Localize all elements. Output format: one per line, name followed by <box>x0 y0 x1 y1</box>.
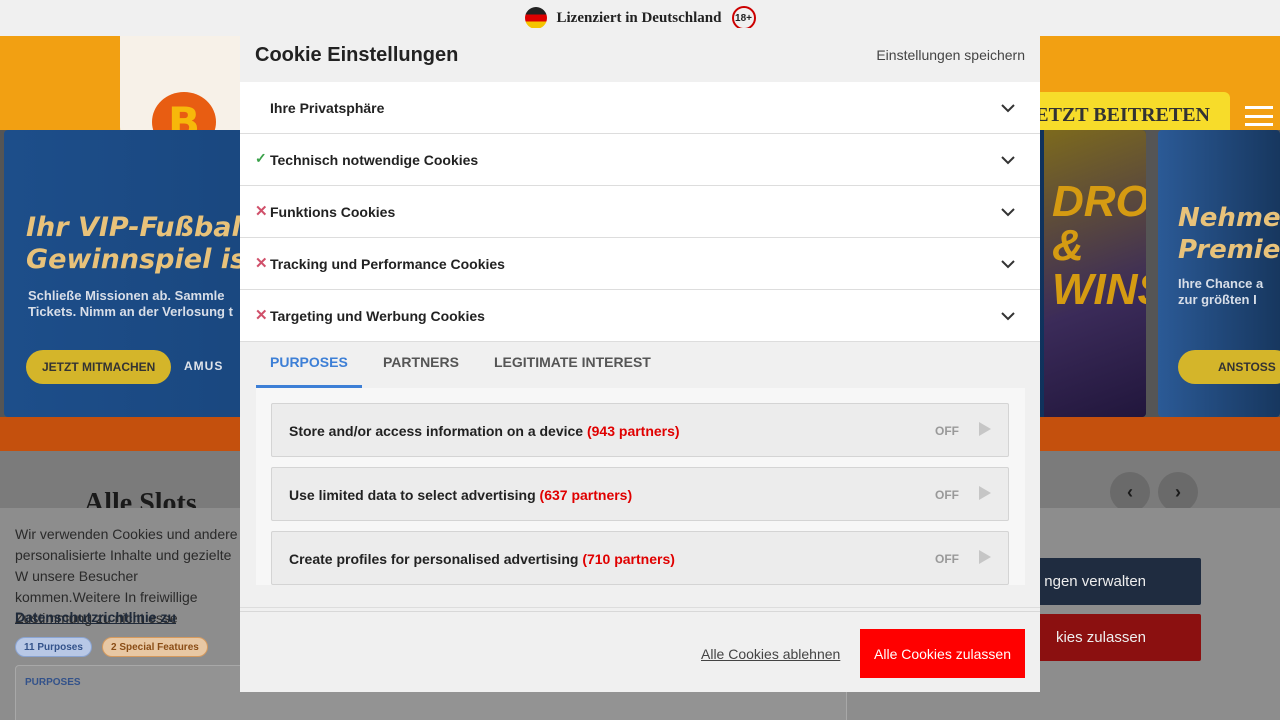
privacy-policy-link[interactable]: Datenschutzrichtlinie zu <box>15 609 176 625</box>
purpose-toggle-state[interactable]: OFF <box>935 424 959 438</box>
age-restriction-badge: 18+ <box>731 6 756 30</box>
carousel-next-button[interactable]: › <box>1158 472 1198 512</box>
cross-icon: ✕ <box>255 255 268 272</box>
chevron-down-icon <box>1001 260 1015 269</box>
purpose-toggle-state[interactable]: OFF <box>935 488 959 502</box>
save-settings-link[interactable]: Einstellungen speichern <box>876 47 1025 63</box>
purpose-toggle-state[interactable]: OFF <box>935 552 959 566</box>
cross-icon: ✕ <box>255 307 268 324</box>
cookie-settings-modal: Cookie Einstellungen Einstellungen speic… <box>240 28 1040 692</box>
accordion-tracking-cookies[interactable]: ✕ Tracking und Performance Cookies <box>240 238 1040 290</box>
play-icon[interactable] <box>979 422 991 436</box>
consent-tabs: PURPOSES PARTNERS LEGITIMATE INTEREST <box>240 342 1040 388</box>
check-icon: ✓ <box>255 150 267 166</box>
chevron-down-icon <box>1001 104 1015 113</box>
reject-all-cookies-link[interactable]: Alle Cookies ablehnen <box>701 646 840 662</box>
tab-partners[interactable]: PARTNERS <box>383 354 459 388</box>
partner-count: (943 partners) <box>586 423 680 439</box>
accordion-functional-cookies[interactable]: ✕ Funktions Cookies <box>240 186 1040 238</box>
purposes-panel[interactable]: Store and/or access information on a dev… <box>256 388 1025 585</box>
purposes-chip[interactable]: 11 Purposes <box>15 637 92 657</box>
tab-legitimate-interest[interactable]: LEGITIMATE INTEREST <box>494 354 651 388</box>
cookie-category-list: Ihre Privatsphäre ✓ Technisch notwendige… <box>240 82 1040 342</box>
partner-count: (710 partners) <box>582 551 675 567</box>
modal-header: Cookie Einstellungen Einstellungen speic… <box>240 28 1040 82</box>
banner-cta-button-right[interactable]: ANSTOSS <box>1178 350 1280 384</box>
banner-cta-button[interactable]: JETZT MITMACHEN <box>26 350 172 384</box>
license-text: Lizenziert in Deutschland <box>556 9 722 26</box>
modal-title: Cookie Einstellungen <box>255 44 459 66</box>
carousel-prev-button[interactable]: ‹ <box>1110 472 1150 512</box>
accordion-privacy[interactable]: Ihre Privatsphäre <box>240 82 1040 134</box>
purpose-name: Create profiles for personalised adverti… <box>289 551 675 567</box>
banner-title: Ihr VIP-Fußball- Gewinnspiel ist <box>26 212 262 275</box>
game-art-text: DROPS & WINS <box>1052 177 1146 314</box>
play-icon[interactable] <box>979 550 991 564</box>
purpose-item-store-access[interactable]: Store and/or access information on a dev… <box>271 403 1009 457</box>
chevron-down-icon <box>1001 208 1015 217</box>
banner-brand: AMUS <box>184 359 224 373</box>
play-icon[interactable] <box>979 486 991 500</box>
accordion-label: Technisch notwendige Cookies <box>270 152 479 168</box>
partner-count: (637 partners) <box>539 487 633 503</box>
promo-banner-premier[interactable]: Nehmen Premie Ihre Chance a zur größten … <box>1158 130 1280 417</box>
banner-subtitle: Schließe Missionen ab. Sammle Tickets. N… <box>28 288 233 319</box>
purposes-box-title: PURPOSES <box>25 677 81 688</box>
accordion-label: Tracking und Performance Cookies <box>270 256 505 272</box>
accordion-label: Targeting und Werbung Cookies <box>270 308 485 324</box>
cross-icon: ✕ <box>255 203 268 220</box>
accordion-targeting-cookies[interactable]: ✕ Targeting und Werbung Cookies <box>240 290 1040 342</box>
purpose-item-limited-ads[interactable]: Use limited data to select advertising (… <box>271 467 1009 521</box>
footer-divider <box>240 607 1040 608</box>
purpose-name: Use limited data to select advertising (… <box>289 487 633 503</box>
accordion-label: Ihre Privatsphäre <box>270 100 385 116</box>
germany-flag-icon <box>524 7 547 29</box>
purpose-name: Store and/or access information on a dev… <box>289 423 680 439</box>
purpose-item-profiles[interactable]: Create profiles for personalised adverti… <box>271 531 1009 585</box>
chevron-down-icon <box>1001 156 1015 165</box>
accordion-necessary-cookies[interactable]: ✓ Technisch notwendige Cookies <box>240 134 1040 186</box>
game-artwork: DROPS & WINS <box>1044 130 1146 417</box>
banner-subtitle-right: Ihre Chance a zur größten I <box>1178 276 1264 307</box>
modal-footer: Alle Cookies ablehnen Alle Cookies zulas… <box>240 611 1040 692</box>
accordion-label: Funktions Cookies <box>270 204 396 220</box>
accept-all-cookies-button[interactable]: Alle Cookies zulassen <box>860 629 1025 678</box>
chevron-down-icon <box>1001 312 1015 321</box>
tab-purposes[interactable]: PURPOSES <box>256 354 362 388</box>
special-features-chip[interactable]: 2 Special Features <box>102 637 208 657</box>
hamburger-menu-icon[interactable] <box>1245 106 1273 126</box>
banner-title-right: Nehmen Premie <box>1178 203 1280 265</box>
